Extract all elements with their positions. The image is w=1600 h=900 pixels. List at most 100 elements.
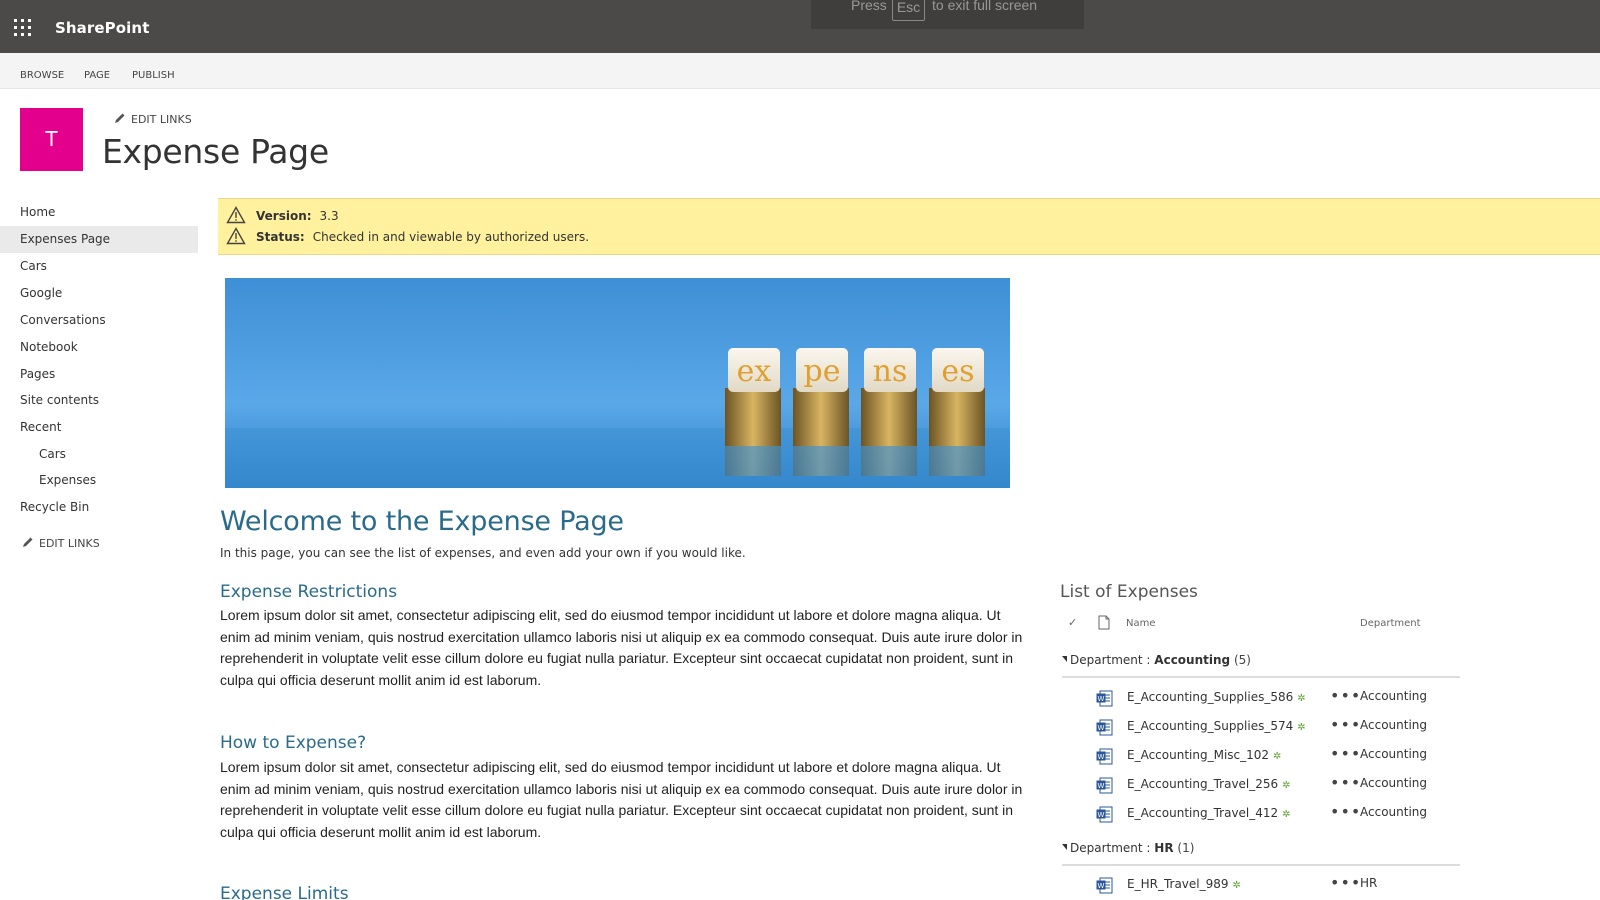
fullscreen-notice-after: to exit full screen xyxy=(932,0,1038,13)
nav-item-site-contents[interactable]: Site contents xyxy=(0,387,198,414)
app-launcher-icon[interactable] xyxy=(14,19,32,37)
nav-item-expenses-page[interactable]: Expenses Page xyxy=(0,226,198,253)
version-value: 3.3 xyxy=(319,209,339,223)
site-logo[interactable]: T xyxy=(20,108,83,171)
list-item: W E_Accounting_Supplies_586 ✲ ••• Account… xyxy=(1060,686,1460,715)
tab-publish[interactable]: PUBLISH xyxy=(132,70,175,81)
fullscreen-notice-before: Press xyxy=(851,0,887,13)
expense-department: HR xyxy=(1360,876,1378,890)
expense-file-name: E_Accounting_Travel_256 xyxy=(1127,777,1279,791)
expense-file-name: E_Accounting_Misc_102 xyxy=(1127,748,1270,762)
suite-brand[interactable]: SharePoint xyxy=(55,19,149,37)
warning-icon xyxy=(226,227,246,245)
edit-links-top-nav[interactable]: EDIT LINKS xyxy=(114,112,192,126)
list-item: W E_Accounting_Misc_102 ✲ ••• Accounting xyxy=(1060,744,1460,773)
nav-item-recent-cars[interactable]: Cars xyxy=(0,441,198,468)
expense-file-name: E_Accounting_Travel_412 xyxy=(1127,806,1279,820)
warning-icon xyxy=(226,206,246,224)
new-item-icon: ✲ xyxy=(1273,751,1282,762)
section-body-how-to: Lorem ipsum dolor sit amet, consectetur … xyxy=(220,759,1023,841)
expenses-list-title: List of Expenses xyxy=(1060,582,1198,602)
expenses-hero-image: ex pe ns es xyxy=(225,278,1010,488)
section-body-restrictions: Lorem ipsum dolor sit amet, consectetur … xyxy=(220,607,1023,689)
item-menu-ellipsis-icon[interactable]: ••• xyxy=(1330,873,1361,892)
new-item-icon: ✲ xyxy=(1232,880,1241,891)
item-menu-ellipsis-icon[interactable]: ••• xyxy=(1330,715,1361,734)
select-all-checkmark-icon[interactable]: ✓ xyxy=(1068,616,1077,629)
svg-text:W: W xyxy=(1098,882,1105,890)
nav-item-recent[interactable]: Recent xyxy=(0,414,198,441)
section-heading-how-to: How to Expense? xyxy=(220,733,367,753)
document-type-icon xyxy=(1098,615,1110,630)
group-header-hr[interactable]: Department : HR (1) xyxy=(1062,841,1460,866)
status-value: Checked in and viewable by authorized us… xyxy=(312,230,590,244)
nav-item-conversations[interactable]: Conversations xyxy=(0,307,198,334)
nav-item-cars[interactable]: Cars xyxy=(0,253,198,280)
svg-text:W: W xyxy=(1098,724,1105,732)
esc-key-hint: Esc xyxy=(892,0,925,21)
svg-text:W: W xyxy=(1098,811,1105,819)
welcome-heading: Welcome to the Expense Page xyxy=(220,506,624,537)
hero-block-text: ns xyxy=(873,354,908,389)
expense-file-link[interactable]: E_HR_Travel_989 ✲ xyxy=(1127,877,1241,891)
nav-item-home[interactable]: Home xyxy=(0,199,198,226)
group-header-accounting[interactable]: Department : Accounting (5) xyxy=(1062,653,1460,678)
tab-page[interactable]: PAGE xyxy=(84,70,110,81)
nav-item-pages[interactable]: Pages xyxy=(0,361,198,388)
group-name: Accounting xyxy=(1154,653,1231,667)
group-count: (5) xyxy=(1233,653,1251,667)
checkin-status-row: Status: Checked in and viewable by author… xyxy=(226,227,589,247)
group-name: HR xyxy=(1154,841,1174,855)
expense-file-link[interactable]: E_Accounting_Supplies_574 ✲ xyxy=(1127,719,1306,733)
hero-block-text: es xyxy=(941,354,974,389)
section-heading-limits: Expense Limits xyxy=(220,884,349,900)
expense-department: Accounting xyxy=(1360,805,1428,819)
column-header-name[interactable]: Name xyxy=(1126,618,1156,629)
svg-text:W: W xyxy=(1098,782,1105,790)
expense-file-link[interactable]: E_Accounting_Travel_256 ✲ xyxy=(1127,777,1291,791)
collapse-triangle-icon xyxy=(1062,844,1067,850)
group-count: (1) xyxy=(1177,841,1195,855)
item-menu-ellipsis-icon[interactable]: ••• xyxy=(1330,773,1361,792)
expense-file-link[interactable]: E_Accounting_Misc_102 ✲ xyxy=(1127,748,1281,762)
expenses-list-header: ✓ Name Department xyxy=(1060,612,1460,636)
status-label: Status: xyxy=(256,230,305,244)
nav-item-recycle-bin[interactable]: Recycle Bin xyxy=(0,494,198,521)
new-item-icon: ✲ xyxy=(1282,809,1291,820)
tab-browse[interactable]: BROWSE xyxy=(20,70,64,81)
column-header-department[interactable]: Department xyxy=(1360,618,1421,629)
edit-links-label: EDIT LINKS xyxy=(131,113,192,126)
expense-file-link[interactable]: E_Accounting_Supplies_586 ✲ xyxy=(1127,690,1306,704)
suite-bar: SharePoint Press Esc to exit full screen xyxy=(0,0,1600,53)
item-menu-ellipsis-icon[interactable]: ••• xyxy=(1330,802,1361,821)
new-item-icon: ✲ xyxy=(1297,722,1306,733)
item-menu-ellipsis-icon[interactable]: ••• xyxy=(1330,744,1361,763)
word-document-icon: W xyxy=(1096,719,1113,736)
group-prefix: Department : xyxy=(1070,653,1155,667)
nav-item-google[interactable]: Google xyxy=(0,280,198,307)
item-menu-ellipsis-icon[interactable]: ••• xyxy=(1330,686,1361,705)
word-document-icon: W xyxy=(1096,748,1113,765)
pencil-icon xyxy=(115,113,125,123)
list-item: W E_Accounting_Supplies_574 ✲ ••• Account… xyxy=(1060,715,1460,744)
new-item-icon: ✲ xyxy=(1282,780,1291,791)
page-status-bar: Version: 3.3 Status: Checked in and viewab… xyxy=(218,198,1600,255)
expense-file-name: E_Accounting_Supplies_586 xyxy=(1127,690,1294,704)
fullscreen-notice: Press Esc to exit full screen xyxy=(811,0,1084,29)
expense-file-link[interactable]: E_Accounting_Travel_412 ✲ xyxy=(1127,806,1291,820)
edit-links-left-nav[interactable]: EDIT LINKS xyxy=(22,536,100,550)
expense-file-name: E_Accounting_Supplies_574 xyxy=(1127,719,1294,733)
nav-item-notebook[interactable]: Notebook xyxy=(0,334,198,361)
page-title: Expense Page xyxy=(102,132,329,171)
intro-text: In this page, you can see the list of ex… xyxy=(220,546,746,560)
list-item: W E_Accounting_Travel_412 ✲ ••• Accountin… xyxy=(1060,802,1460,831)
list-item: W E_HR_Travel_989 ✲ ••• HR xyxy=(1060,873,1460,900)
word-document-icon: W xyxy=(1096,777,1113,794)
expense-department: Accounting xyxy=(1360,718,1428,732)
version-status-row: Version: 3.3 xyxy=(226,206,339,226)
group-prefix: Department : xyxy=(1070,841,1155,855)
svg-text:W: W xyxy=(1098,695,1105,703)
ribbon: BROWSE PAGE PUBLISH xyxy=(0,53,1600,89)
nav-item-recent-expenses[interactable]: Expenses xyxy=(0,467,198,494)
collapse-triangle-icon xyxy=(1062,656,1067,662)
